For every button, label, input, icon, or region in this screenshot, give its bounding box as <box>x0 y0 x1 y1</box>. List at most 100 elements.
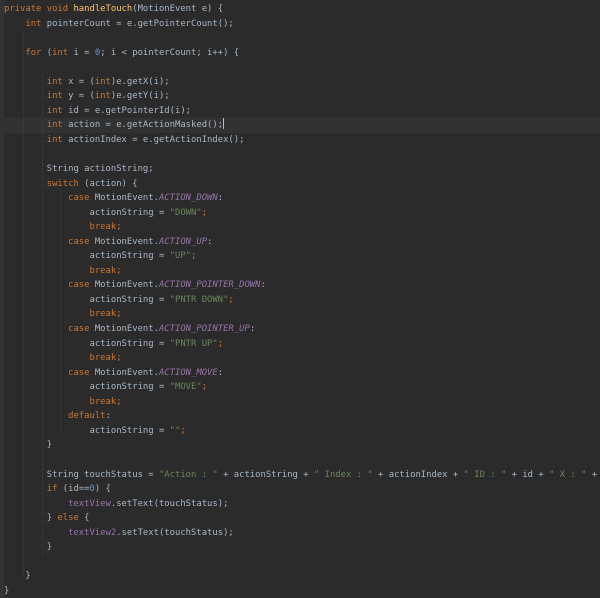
code-line[interactable]: } <box>4 584 600 598</box>
code-token: ; <box>180 425 186 436</box>
code-line[interactable]: int actionIndex = e.getActionIndex(); <box>4 133 600 148</box>
code-token: ACTION_DOWN <box>158 193 218 204</box>
code-token: ) { <box>94 484 111 495</box>
code-token: int <box>46 76 69 87</box>
code-line[interactable]: actionString = "UP"; <box>4 249 600 264</box>
code-token: actionString = <box>4 251 170 262</box>
code-token: String actionString; <box>4 164 154 175</box>
code-line[interactable] <box>4 453 600 468</box>
code-line[interactable]: break; <box>4 220 600 235</box>
code-token: ACTION_POINTER_UP <box>158 324 250 335</box>
code-line[interactable]: break; <box>4 307 600 322</box>
code-token: case <box>68 236 95 247</box>
code-token: for <box>25 47 47 58</box>
code-line[interactable]: break; <box>4 351 600 366</box>
code-token: if <box>46 484 63 495</box>
code-line[interactable]: case MotionEvent.ACTION_MOVE: <box>4 366 600 381</box>
code-line[interactable] <box>4 31 600 46</box>
code-line[interactable]: break; <box>4 264 600 279</box>
code-token: break; <box>89 353 122 364</box>
code-token: break; <box>89 265 122 276</box>
code-token: private void <box>4 4 74 14</box>
code-line[interactable]: break; <box>4 395 600 410</box>
code-area[interactable]: private void handleTouch(MotionEvent e) … <box>4 2 600 598</box>
code-token: + id + <box>506 469 550 480</box>
code-token: ; <box>201 207 208 218</box>
code-token: } <box>4 542 53 553</box>
code-token: } <box>4 513 58 524</box>
code-line[interactable]: for (int i = 0; i < pointerCount; i++) { <box>4 46 600 61</box>
code-line[interactable]: actionString = "MOVE"; <box>4 380 600 395</box>
code-token: ACTION_UP <box>158 236 208 247</box>
code-token: MotionEvent. <box>94 367 159 378</box>
code-token: ; <box>228 294 234 305</box>
code-token: : <box>217 193 224 204</box>
code-token: ACTION_MOVE <box>158 367 218 378</box>
code-token: actionString = <box>4 294 170 305</box>
code-token: { <box>84 513 90 524</box>
code-token: int <box>46 105 69 116</box>
code-token: pointerCount = e.getPointerCount(); <box>46 18 234 29</box>
code-line[interactable]: int y = (int)e.getY(i); <box>4 89 600 104</box>
code-token: "" <box>169 425 181 436</box>
code-line[interactable]: int id = e.getPointerId(i); <box>4 104 600 119</box>
code-token: case <box>68 280 95 291</box>
code-line[interactable]: } <box>4 540 600 555</box>
code-line[interactable]: textView.setText(touchStatus); <box>4 497 600 512</box>
code-line[interactable]: if (id==0) { <box>4 482 600 497</box>
code-token: .setText(touchStatus); <box>116 527 234 538</box>
code-line[interactable]: int x = (int)e.getX(i); <box>4 75 600 90</box>
code-line[interactable] <box>4 147 600 162</box>
code-line[interactable]: switch (action) { <box>4 177 600 192</box>
code-line[interactable]: default: <box>4 409 600 424</box>
code-token: } <box>4 571 31 582</box>
code-line[interactable]: actionString = ""; <box>4 424 600 439</box>
code-line[interactable]: } <box>4 569 600 584</box>
code-line[interactable]: case MotionEvent.ACTION_UP: <box>4 235 600 250</box>
code-token: switch <box>46 178 85 189</box>
code-line[interactable]: textView2.setText(touchStatus); <box>4 526 600 541</box>
code-token: ; i < pointerCount; i++) { <box>100 47 240 58</box>
code-token: : <box>249 324 256 335</box>
code-line[interactable]: int pointerCount = e.getPointerCount(); <box>4 17 600 32</box>
code-line[interactable]: } else { <box>4 511 600 526</box>
code-line[interactable]: private void handleTouch(MotionEvent e) … <box>4 2 600 17</box>
code-line[interactable] <box>4 60 600 75</box>
code-editor[interactable]: private void handleTouch(MotionEvent e) … <box>0 0 600 598</box>
code-token: "PNTR UP" <box>169 338 218 349</box>
code-line[interactable]: case MotionEvent.ACTION_DOWN: <box>4 191 600 206</box>
code-token: actionString = <box>4 207 170 218</box>
code-token: .setText(touchStatus); <box>110 498 229 509</box>
code-token: + actionIndex + <box>372 469 464 480</box>
code-line[interactable]: int action = e.getActionMasked(); <box>4 118 600 133</box>
code-token: id = e.getPointerId(i); <box>68 105 192 116</box>
code-token: i = <box>73 47 95 58</box>
code-token: break; <box>89 309 122 320</box>
code-token: int <box>25 18 47 29</box>
code-token: ; <box>191 251 197 262</box>
code-line[interactable]: actionString = "DOWN"; <box>4 206 600 221</box>
code-line[interactable]: actionString = "PNTR UP"; <box>4 337 600 352</box>
code-token: "Action : " <box>158 469 218 480</box>
code-token: + x + <box>591 469 598 480</box>
code-line[interactable]: String actionString; <box>4 162 600 177</box>
code-token: : <box>207 236 213 247</box>
code-token: actionString = <box>4 338 170 349</box>
code-token: int <box>52 47 74 58</box>
code-line[interactable]: } <box>4 438 600 453</box>
code-line[interactable]: actionString = "PNTR DOWN"; <box>4 293 600 308</box>
code-line[interactable]: case MotionEvent.ACTION_POINTER_DOWN: <box>4 278 600 293</box>
code-line[interactable]: case MotionEvent.ACTION_POINTER_UP: <box>4 322 600 337</box>
code-line[interactable]: String touchStatus = "Action : " + actio… <box>4 468 600 483</box>
code-line[interactable] <box>4 555 600 570</box>
code-token: int <box>46 134 69 145</box>
